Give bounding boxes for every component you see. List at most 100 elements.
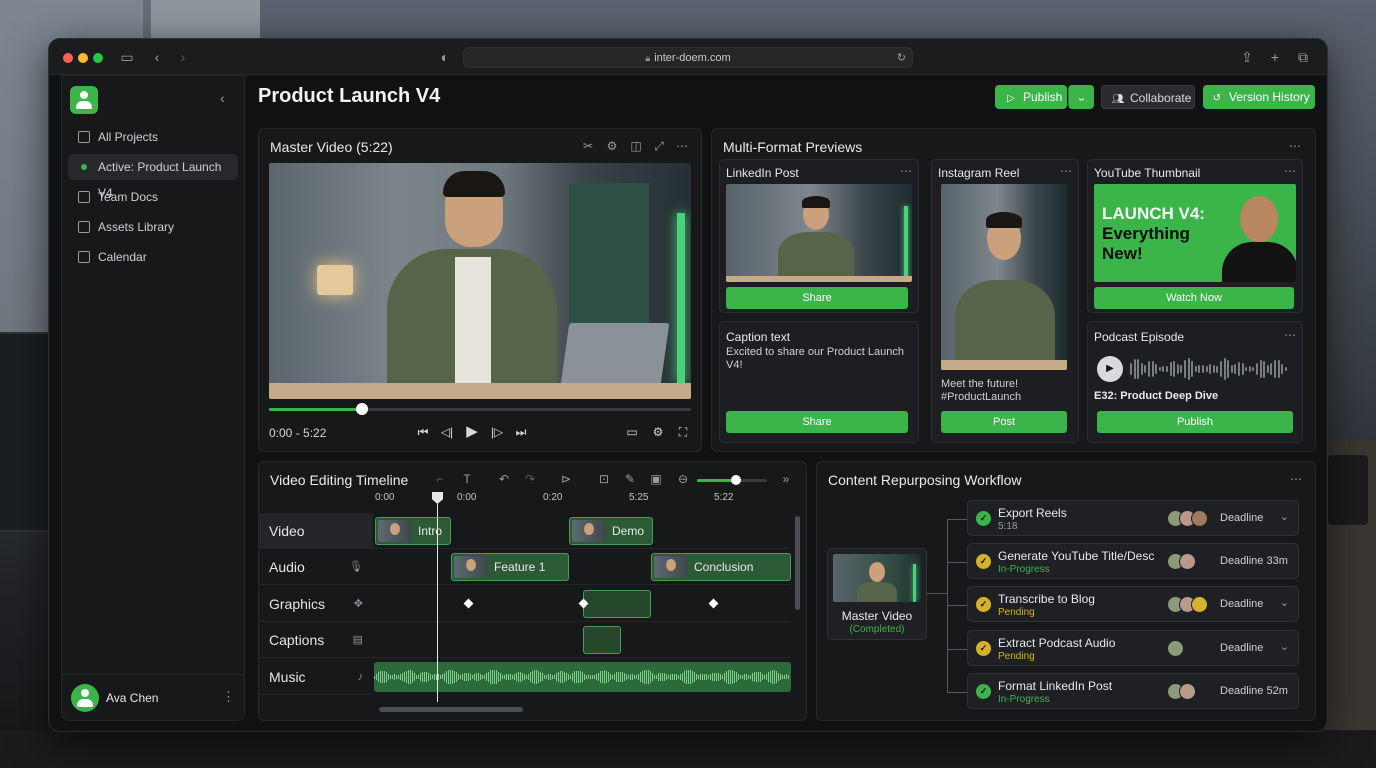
step-forward-icon[interactable]: |▷	[489, 425, 505, 439]
track-music[interactable]: Music ♪	[259, 659, 373, 695]
instagram-post-button[interactable]: Post	[941, 411, 1067, 433]
scissors-icon[interactable]: ✂	[581, 139, 595, 153]
sidebar-item-assets-library[interactable]: Assets Library	[68, 214, 238, 240]
sidebar-item-calendar[interactable]: Calendar	[68, 244, 238, 270]
video-player[interactable]	[269, 163, 691, 399]
chevron-down-icon[interactable]: ⌄	[1280, 510, 1289, 523]
text-tool-icon[interactable]: T	[460, 472, 474, 486]
chevron-down-icon[interactable]: ⌄	[1280, 640, 1289, 653]
waveform-bar	[1155, 363, 1158, 375]
track-captions[interactable]: Captions ▤	[259, 622, 373, 658]
edit-icon[interactable]: ✎	[623, 472, 637, 486]
track-graphics[interactable]: Graphics ✥	[259, 586, 373, 622]
horizontal-scrollbar[interactable]	[379, 707, 523, 712]
podcast-play-button[interactable]: ▶	[1097, 356, 1123, 382]
settings-icon[interactable]: ⚙	[650, 425, 666, 439]
clip-conclusion[interactable]: Conclusion	[651, 553, 791, 581]
clip-demo[interactable]: Demo	[569, 517, 653, 545]
linkedin-share-button[interactable]: Share	[726, 287, 908, 309]
task-format-linkedin[interactable]: ✓ Format LinkedIn Post In-Progress Deadl…	[967, 673, 1299, 709]
track-video[interactable]: Video	[259, 513, 373, 549]
version-history-button[interactable]: ↺ Version History	[1203, 85, 1315, 109]
waveform-bar	[438, 674, 439, 680]
waveform-bar	[680, 674, 681, 680]
sidebar-item-team-docs[interactable]: Team Docs	[68, 184, 238, 210]
shield-icon[interactable]: ◐	[437, 49, 453, 65]
skip-back-icon[interactable]: ⏮	[415, 425, 431, 440]
vertical-scrollbar[interactable]	[795, 516, 800, 610]
podcast-waveform[interactable]	[1130, 356, 1290, 382]
marker-icon[interactable]: ⊡	[597, 472, 611, 486]
waveform-bar	[1270, 363, 1273, 375]
more-options-icon[interactable]: ⋯	[1289, 472, 1303, 486]
task-transcribe-blog[interactable]: ✓ Transcribe to Blog Pending Deadline ⌄	[967, 586, 1299, 622]
waveform-bar	[384, 671, 385, 683]
gear-icon[interactable]: ⚙	[605, 139, 619, 153]
caption-share-button[interactable]: Share	[726, 411, 908, 433]
redo-icon[interactable]: ↷	[523, 472, 537, 486]
clip-intro[interactable]: Intro	[375, 517, 451, 545]
keyframe[interactable]	[463, 598, 474, 609]
transition-icon[interactable]: ⊳	[559, 472, 573, 486]
close-window-button[interactable]	[63, 53, 73, 63]
keyframe[interactable]	[708, 598, 719, 609]
zoom-slider-handle[interactable]	[730, 475, 741, 485]
publish-button[interactable]: ▷ Publish	[995, 85, 1067, 109]
minimize-window-button[interactable]	[78, 53, 88, 63]
zoom-slider[interactable]	[697, 475, 767, 485]
fullscreen-icon[interactable]: ⛶	[675, 425, 691, 440]
split-view-icon[interactable]: ◫	[629, 139, 643, 153]
youtube-watch-now-button[interactable]: Watch Now	[1094, 287, 1294, 309]
reload-icon[interactable]: ↻	[897, 48, 906, 68]
play-button[interactable]: ▶	[464, 422, 480, 440]
sidebar-toggle-icon[interactable]: ▭	[119, 49, 135, 65]
podcast-publish-button[interactable]: Publish	[1097, 411, 1293, 433]
publish-options-dropdown[interactable]: ⌄	[1068, 85, 1094, 109]
expand-icon[interactable]: ⤢	[652, 139, 666, 154]
collaborate-button[interactable]: 👥︎ Collaborate	[1101, 85, 1195, 109]
zoom-out-icon[interactable]: ⊖	[676, 472, 690, 486]
share-icon[interactable]: ⇪	[1239, 49, 1255, 65]
waveform-bar	[586, 675, 587, 679]
more-options-icon[interactable]: ⋯	[675, 139, 689, 153]
more-options-icon[interactable]: ⋯	[1284, 164, 1296, 178]
workflow-source-node[interactable]: Master Video (Completed)	[827, 548, 927, 640]
tabs-overview-icon[interactable]: ⧉	[1295, 49, 1311, 65]
task-extract-podcast[interactable]: ✓ Extract Podcast Audio Pending Deadline…	[967, 630, 1299, 666]
playhead[interactable]	[437, 496, 438, 702]
undo-icon[interactable]: ↶	[497, 472, 511, 486]
step-back-icon[interactable]: ◁|	[439, 425, 455, 439]
video-scrubber[interactable]	[269, 403, 691, 415]
more-options-icon[interactable]: ⋯	[1284, 328, 1296, 342]
maximize-window-button[interactable]	[93, 53, 103, 63]
waveform-bar	[528, 673, 529, 681]
more-options-icon[interactable]: ⋯	[1288, 139, 1302, 153]
scrubber-handle[interactable]	[355, 403, 368, 415]
subtitles-icon[interactable]: ▭	[624, 425, 640, 439]
track-audio[interactable]: Audio 🎙︎	[259, 549, 373, 585]
workflow-title: Content Repurposing Workflow	[828, 472, 1022, 488]
more-options-icon[interactable]: ⋯	[900, 164, 912, 178]
task-generate-youtube[interactable]: ✓ Generate YouTube Title/Desc In-Progres…	[967, 543, 1299, 579]
skip-forward-icon[interactable]: ⏭	[513, 425, 529, 440]
app-logo[interactable]	[70, 86, 98, 114]
crop-icon[interactable]: ⌐	[433, 472, 447, 486]
user-profile[interactable]: Ava Chen ⋮	[62, 674, 244, 720]
snapshot-icon[interactable]: ▣	[649, 472, 663, 486]
task-name: Extract Podcast Audio	[998, 636, 1116, 650]
more-options-icon[interactable]: ⋮	[222, 689, 235, 705]
sidebar-item-active-project[interactable]: Active: Product Launch V4	[68, 154, 238, 200]
back-icon[interactable]: ‹	[149, 49, 165, 65]
caption-clip[interactable]	[583, 626, 621, 654]
chevron-down-icon[interactable]: ⌄	[1280, 596, 1289, 609]
task-export-reels[interactable]: ✓ Export Reels 5:18 Deadline ⌄	[967, 500, 1299, 536]
sidebar-item-all-projects[interactable]: All Projects	[68, 124, 238, 150]
new-tab-icon[interactable]: +	[1267, 49, 1283, 65]
url-bar[interactable]: 🔒︎ inter-doem.com ↻	[463, 47, 913, 68]
forward-icon[interactable]: ›	[175, 49, 191, 65]
graphics-clip[interactable]	[583, 590, 651, 618]
clip-feature-1[interactable]: Feature 1	[451, 553, 569, 581]
more-tools-icon[interactable]: »	[779, 472, 793, 486]
collapse-sidebar-icon[interactable]: ‹	[220, 90, 225, 106]
more-options-icon[interactable]: ⋯	[1060, 164, 1072, 178]
